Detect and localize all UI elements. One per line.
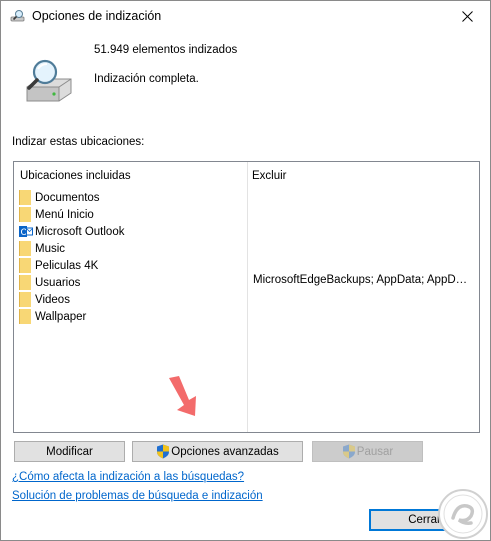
magnifier-drive-icon xyxy=(10,10,25,22)
list-item[interactable]: Menú Inicio xyxy=(19,206,245,223)
close-window-button[interactable] xyxy=(444,1,490,31)
list-item[interactable]: Videos xyxy=(19,291,245,308)
location-label: Peliculas 4K xyxy=(35,259,99,272)
exclude-value xyxy=(253,206,473,223)
watermark-logo-icon xyxy=(438,489,488,539)
location-label: Music xyxy=(35,242,66,255)
list-item[interactable]: Wallpaper xyxy=(19,308,245,325)
exclude-value xyxy=(253,257,473,274)
advanced-options-label: Opciones avanzadas xyxy=(171,445,279,458)
folder-icon xyxy=(19,275,31,290)
locations-section-label: Indizar estas ubicaciones: xyxy=(12,136,145,148)
folder-icon xyxy=(19,258,31,273)
troubleshoot-link[interactable]: Solución de problemas de búsqueda e indi… xyxy=(12,490,263,502)
modify-button[interactable]: Modificar xyxy=(14,441,125,462)
exclude-column-header: Excluir xyxy=(252,170,287,182)
list-item[interactable]: O Microsoft Outlook xyxy=(19,223,245,240)
exclude-value xyxy=(253,291,473,308)
exclude-value xyxy=(253,240,473,257)
location-label: Menú Inicio xyxy=(35,208,94,221)
pause-button[interactable]: Pausar xyxy=(312,441,423,462)
folder-icon xyxy=(19,309,31,324)
indexing-help-link[interactable]: ¿Cómo afecta la indización a las búsqued… xyxy=(12,471,244,483)
location-label: Wallpaper xyxy=(35,310,87,323)
excluded-locations: MicrosoftEdgeBackups; AppData; AppDat... xyxy=(253,189,473,325)
indexing-status: Indización completa. xyxy=(94,73,199,85)
column-divider xyxy=(247,162,248,432)
list-item[interactable]: Music xyxy=(19,240,245,257)
exclude-value xyxy=(253,189,473,206)
location-label: Documentos xyxy=(35,191,100,204)
pause-button-label: Pausar xyxy=(356,445,394,458)
uac-shield-icon xyxy=(342,444,355,459)
list-item[interactable]: Usuarios xyxy=(19,274,245,291)
indexing-options-window: Opciones de indización 51.949 elementos … xyxy=(0,0,491,541)
included-column-header: Ubicaciones incluidas xyxy=(20,170,131,182)
modify-button-label: Modificar xyxy=(46,445,93,458)
folder-icon xyxy=(19,292,31,307)
outlook-icon: O xyxy=(19,226,33,238)
location-label: Videos xyxy=(35,293,70,306)
indexed-count: 51.949 elementos indizados xyxy=(94,44,238,56)
close-button-label: Cerrar xyxy=(408,514,441,526)
folder-icon xyxy=(19,241,31,256)
pointer-arrow-icon xyxy=(169,376,196,416)
folder-icon xyxy=(19,190,31,205)
window-title: Opciones de indización xyxy=(32,9,162,23)
locations-list[interactable]: Ubicaciones incluidas Excluir Documentos… xyxy=(13,161,480,433)
location-label: Microsoft Outlook xyxy=(35,225,125,238)
list-item[interactable]: Peliculas 4K xyxy=(19,257,245,274)
indexing-drive-icon xyxy=(26,59,72,102)
included-locations: Documentos Menú Inicio O Microsoft Outlo… xyxy=(19,189,245,325)
folder-icon xyxy=(19,207,31,222)
exclude-value xyxy=(253,308,473,325)
exclude-value: MicrosoftEdgeBackups; AppData; AppDat... xyxy=(253,274,473,286)
title-bar[interactable]: Opciones de indización xyxy=(1,1,490,31)
list-item[interactable]: Documentos xyxy=(19,189,245,206)
close-icon xyxy=(461,10,473,22)
location-label: Usuarios xyxy=(35,276,81,289)
advanced-options-button[interactable]: Opciones avanzadas xyxy=(132,441,303,462)
uac-shield-icon xyxy=(157,444,170,459)
exclude-value xyxy=(253,223,473,240)
